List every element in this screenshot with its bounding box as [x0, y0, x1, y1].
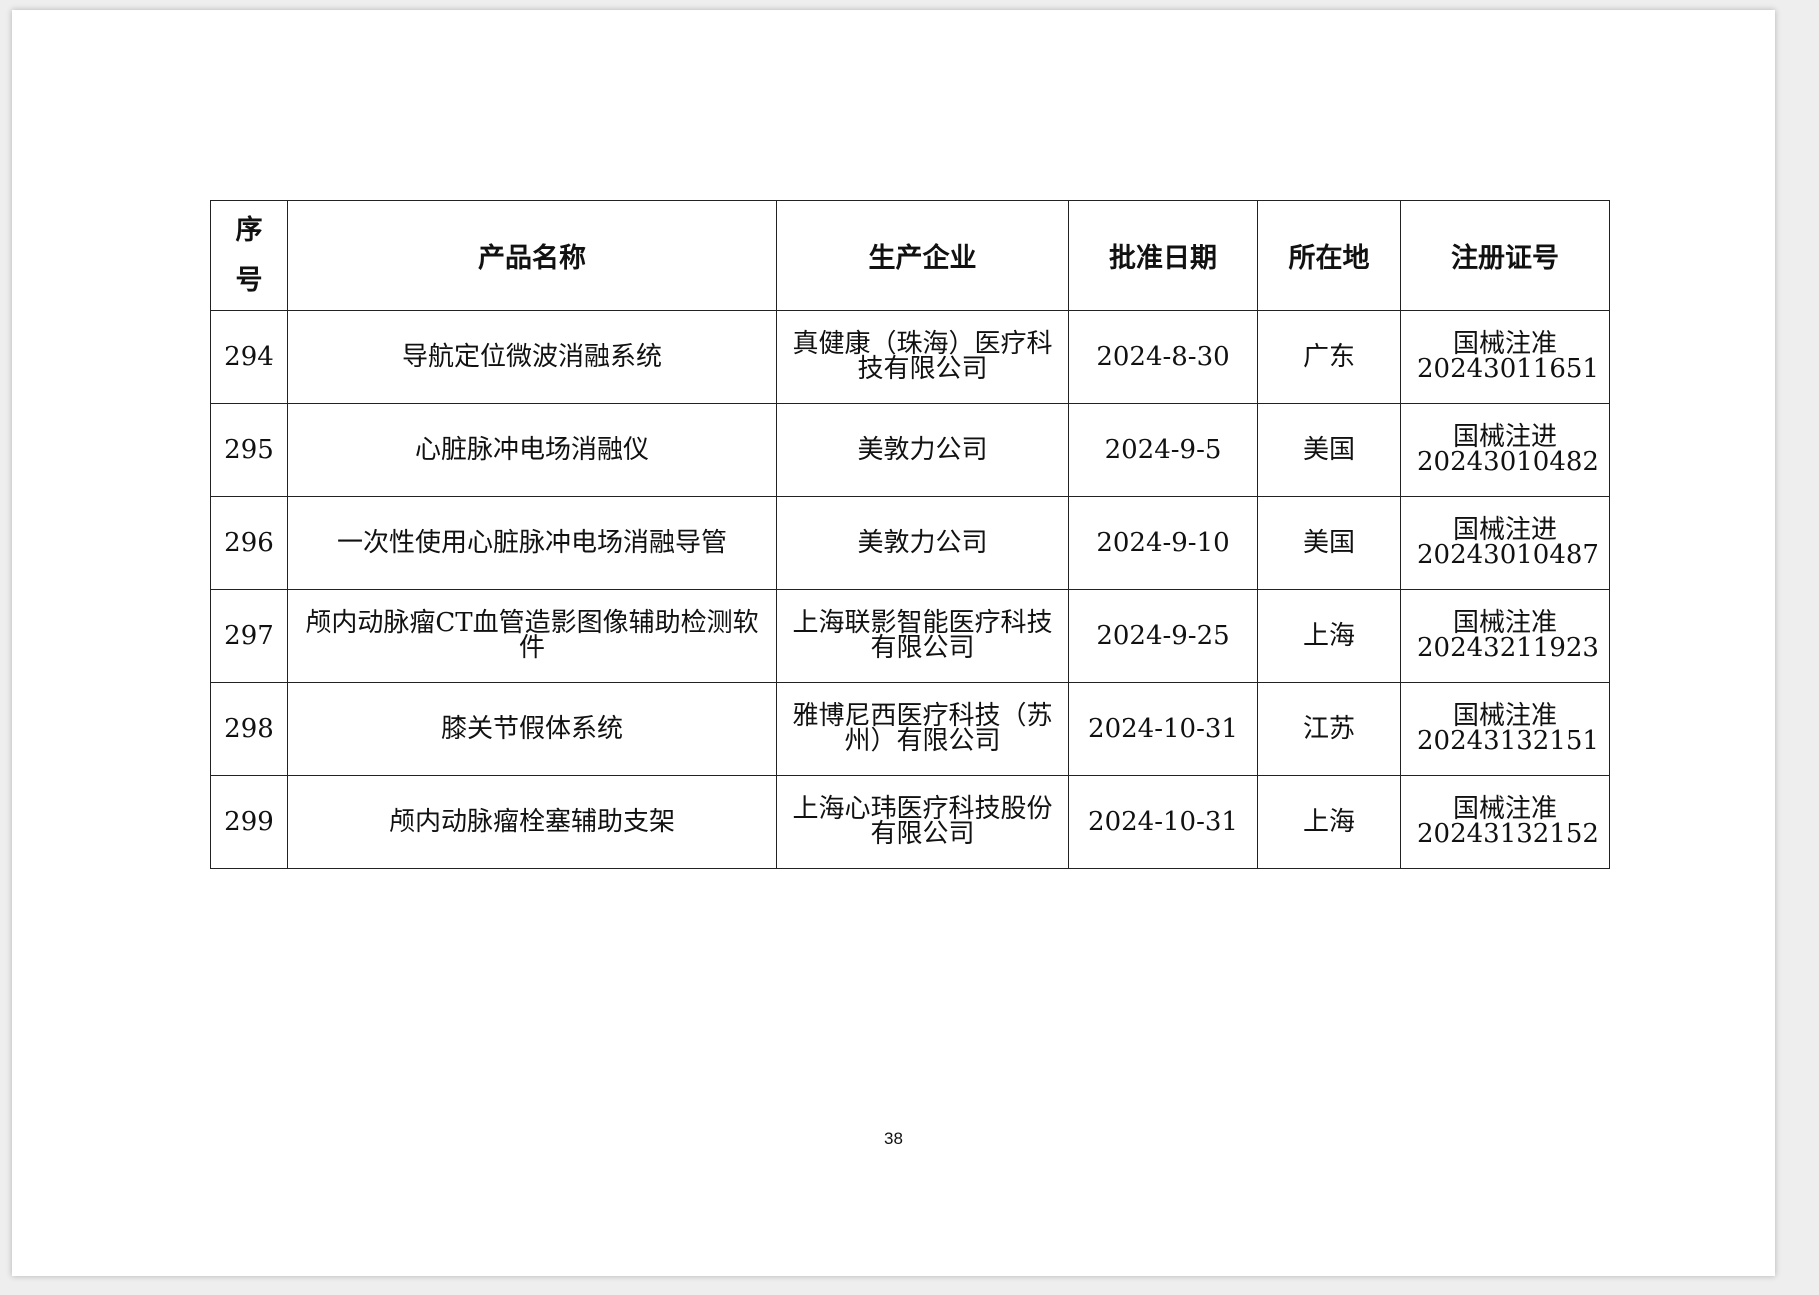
cell-company: 真健康（珠海）医疗科技有限公司 [776, 310, 1069, 404]
cell-company: 美敦力公司 [776, 403, 1069, 497]
cell-date: 2024-10-31 [1068, 682, 1258, 776]
header-reg-no: 注册证号 [1400, 200, 1610, 311]
cell-date: 2024-8-30 [1068, 310, 1258, 404]
table-row: 295 心脏脉冲电场消融仪 美敦力公司 2024-9-5 美国 国械注进2024… [210, 403, 1610, 497]
header-seq-line1: 序 [235, 214, 263, 246]
cell-product: 膝关节假体系统 [287, 682, 777, 776]
header-product: 产品名称 [287, 200, 777, 311]
cell-company: 上海联影智能医疗科技有限公司 [776, 589, 1069, 683]
cell-location: 广东 [1257, 310, 1401, 404]
cell-product: 颅内动脉瘤栓塞辅助支架 [287, 775, 777, 869]
table-header-row: 序 号 产品名称 生产企业 批准日期 所在地 注册证号 [210, 200, 1610, 311]
cell-company: 上海心玮医疗科技股份有限公司 [776, 775, 1069, 869]
cell-reg-no: 国械注准20243211923 [1400, 589, 1610, 683]
cell-location: 上海 [1257, 589, 1401, 683]
header-seq-line2: 号 [235, 264, 263, 296]
cell-location: 美国 [1257, 496, 1401, 590]
table-row: 294 导航定位微波消融系统 真健康（珠海）医疗科技有限公司 2024-8-30… [210, 310, 1610, 404]
cell-reg-no: 国械注准20243132152 [1400, 775, 1610, 869]
cell-product: 一次性使用心脏脉冲电场消融导管 [287, 496, 777, 590]
table-row: 299 颅内动脉瘤栓塞辅助支架 上海心玮医疗科技股份有限公司 2024-10-3… [210, 775, 1610, 869]
cell-product: 导航定位微波消融系统 [287, 310, 777, 404]
registration-table: 序 号 产品名称 生产企业 批准日期 所在地 注册证号 294 导航定位微波消融… [210, 200, 1610, 869]
cell-date: 2024-10-31 [1068, 775, 1258, 869]
cell-seq: 294 [210, 310, 288, 404]
cell-reg-no: 国械注进20243010482 [1400, 403, 1610, 497]
cell-seq: 296 [210, 496, 288, 590]
page-number: 38 [884, 1129, 903, 1148]
cell-date: 2024-9-10 [1068, 496, 1258, 590]
cell-seq: 295 [210, 403, 288, 497]
cell-seq: 298 [210, 682, 288, 776]
table-row: 298 膝关节假体系统 雅博尼西医疗科技（苏州）有限公司 2024-10-31 … [210, 682, 1610, 776]
cell-reg-no: 国械注准20243132151 [1400, 682, 1610, 776]
header-date: 批准日期 [1068, 200, 1258, 311]
cell-date: 2024-9-5 [1068, 403, 1258, 497]
header-seq: 序 号 [210, 200, 288, 311]
cell-seq: 297 [210, 589, 288, 683]
document-page: 序 号 产品名称 生产企业 批准日期 所在地 注册证号 294 导航定位微波消融… [12, 10, 1775, 1276]
cell-product: 心脏脉冲电场消融仪 [287, 403, 777, 497]
cell-location: 美国 [1257, 403, 1401, 497]
cell-company: 美敦力公司 [776, 496, 1069, 590]
header-location: 所在地 [1257, 200, 1401, 311]
cell-company: 雅博尼西医疗科技（苏州）有限公司 [776, 682, 1069, 776]
cell-date: 2024-9-25 [1068, 589, 1258, 683]
header-company: 生产企业 [776, 200, 1069, 311]
cell-product: 颅内动脉瘤CT血管造影图像辅助检测软件 [287, 589, 777, 683]
cell-location: 江苏 [1257, 682, 1401, 776]
cell-reg-no: 国械注进20243010487 [1400, 496, 1610, 590]
cell-reg-no: 国械注准20243011651 [1400, 310, 1610, 404]
cell-seq: 299 [210, 775, 288, 869]
cell-location: 上海 [1257, 775, 1401, 869]
table-row: 297 颅内动脉瘤CT血管造影图像辅助检测软件 上海联影智能医疗科技有限公司 2… [210, 589, 1610, 683]
table-row: 296 一次性使用心脏脉冲电场消融导管 美敦力公司 2024-9-10 美国 国… [210, 496, 1610, 590]
